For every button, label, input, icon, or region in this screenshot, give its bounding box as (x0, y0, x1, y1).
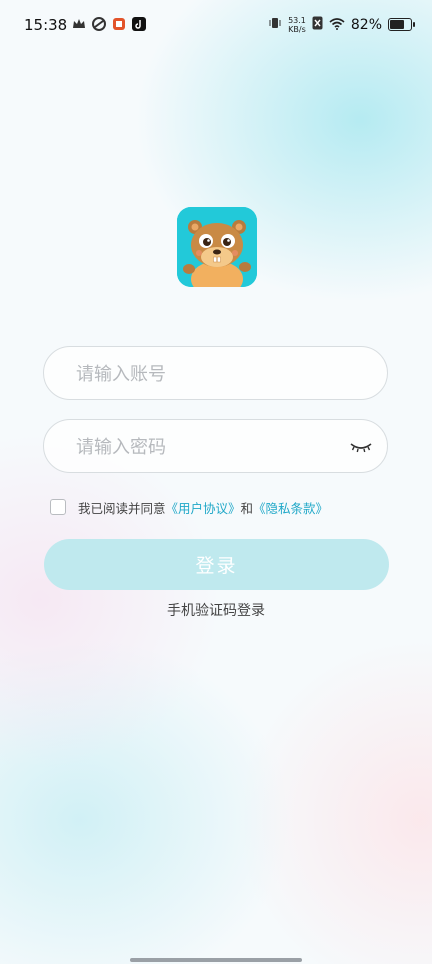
app-icon (92, 17, 106, 31)
battery-fill (390, 20, 404, 29)
status-time: 15:38 (24, 16, 68, 34)
agreement-prefix: 我已阅读并同意 (78, 500, 166, 516)
system-icons: 53.1 KB/s 82% (268, 15, 415, 34)
battery-percent: 82% (350, 16, 382, 33)
privacy-policy-link[interactable]: 《隐私条款》 (253, 501, 328, 516)
agreement-row: 我已阅读并同意《用户协议》和《隐私条款》 (50, 495, 390, 519)
notification-icons (72, 17, 146, 31)
vibrate-icon (268, 15, 282, 34)
home-indicator[interactable] (130, 958, 302, 962)
net-speed: 53.1 KB/s (288, 16, 306, 34)
agree-checkbox[interactable] (50, 499, 66, 515)
app-icon (112, 17, 126, 31)
sim-icon (312, 15, 323, 34)
net-speed-value: 53.1 (288, 15, 306, 25)
app-logo (177, 207, 257, 287)
sms-login-link[interactable]: 手机验证码登录 (0, 600, 432, 620)
password-input[interactable] (74, 420, 338, 474)
user-agreement-link[interactable]: 《用户协议》 (166, 501, 241, 516)
battery-icon (388, 18, 415, 31)
tiktok-icon (132, 17, 146, 31)
agreement-text: 我已阅读并同意《用户协议》和《隐私条款》 (78, 498, 328, 517)
agreement-and: 和 (240, 500, 254, 516)
wifi-icon (329, 15, 345, 34)
login-button[interactable]: 登录 (44, 539, 389, 590)
status-bar: 15:38 53.1 KB/s 82% (0, 0, 432, 52)
beaver-mascot-icon (177, 207, 257, 287)
account-field[interactable] (43, 346, 388, 401)
crown-icon (72, 17, 86, 31)
eye-closed-icon[interactable] (349, 438, 373, 456)
password-field[interactable] (43, 419, 388, 474)
account-input[interactable] (74, 347, 338, 401)
net-speed-unit: KB/s (288, 24, 306, 34)
